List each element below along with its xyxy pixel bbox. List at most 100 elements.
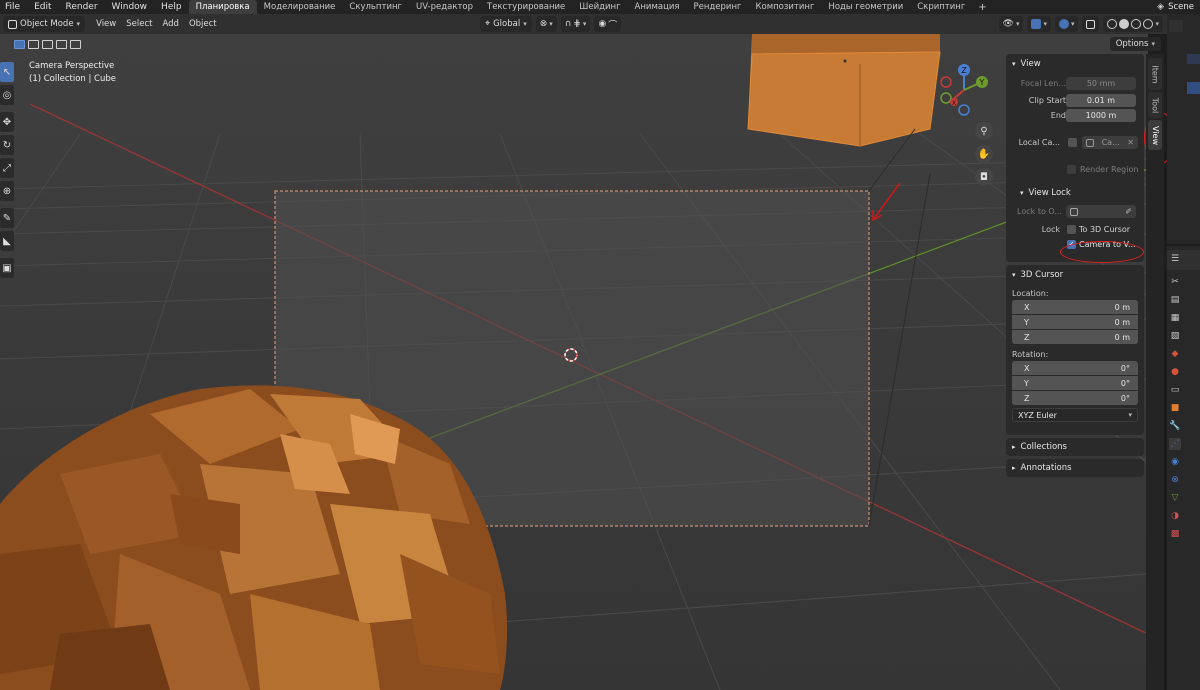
options-dropdown[interactable]: Options ▾ [1109,37,1161,51]
output-properties-icon[interactable]: ▦ [1169,312,1181,324]
modifier-properties-icon[interactable]: 🔧 [1169,420,1181,432]
world-properties-icon[interactable]: ● [1169,366,1181,378]
editor-type-icon[interactable]: ☰ [1171,254,1179,264]
workspace-tab-scripting[interactable]: Скриптинг [910,0,972,14]
workspace-tab-layout[interactable]: Планировка [188,0,257,14]
scale-tool[interactable]: ⤢ [0,158,14,178]
gizmo-toggle[interactable]: ▾ [1027,16,1051,32]
data-properties-icon[interactable]: ▽ [1169,492,1181,504]
cursor-rotation-y-field[interactable]: Y 0° [1012,376,1138,390]
local-camera-field[interactable]: Ca... ✕ [1082,136,1138,149]
clip-start-field[interactable]: 0.01 m [1066,94,1136,107]
menu-help[interactable]: Help [154,0,189,14]
view-panel-header[interactable]: ▾ View [1006,54,1144,74]
annotations-panel[interactable]: ▸ Annotations [1006,459,1144,477]
view-lock-header[interactable]: ▾ View Lock [1006,183,1144,203]
transform-orientation-dropdown[interactable]: ⌖ Global ▾ [480,16,532,32]
tab-view[interactable]: View [1148,120,1162,150]
shading-mode-buttons[interactable]: ▾ [1103,16,1163,32]
menu-render[interactable]: Render [59,0,105,14]
solid-shading-icon[interactable] [1119,19,1130,29]
xray-toggle[interactable] [1082,16,1100,32]
menu-add[interactable]: Add [157,19,183,29]
annotate-tool[interactable]: ✎ [0,208,14,228]
physics-properties-icon[interactable]: ◉ [1169,456,1181,468]
outliner-filter-icon[interactable] [1169,20,1183,32]
workspace-tab-animation[interactable]: Анимация [628,0,687,14]
clear-x-icon[interactable]: ✕ [1127,138,1134,147]
wireframe-shading-icon[interactable] [1107,19,1118,29]
select-invert-icon[interactable] [56,39,67,49]
workspace-tab-uv-editing[interactable]: UV-редактор [409,0,480,14]
workspace-tab-rendering[interactable]: Рендеринг [687,0,749,14]
menu-file[interactable]: File [0,0,27,14]
pivot-point-dropdown[interactable]: ⊗ ▾ [535,16,557,32]
collection-properties-icon[interactable]: ▭ [1169,384,1181,396]
particles-properties-icon[interactable]: ⋰ [1169,438,1181,450]
workspace-tab-geometry-nodes[interactable]: Ноды геометрии [821,0,910,14]
outliner[interactable] [1167,14,1200,246]
select-subtract-icon[interactable] [42,39,53,49]
select-intersect-icon[interactable] [70,39,81,49]
collections-panel[interactable]: ▸ Collections [1006,438,1144,456]
select-box-tool[interactable]: ↖ [0,62,14,82]
workspace-tab-shading[interactable]: Шейдинг [572,0,627,14]
texture-properties-icon[interactable]: ▩ [1169,528,1181,540]
cursor-rotation-x-field[interactable]: X 0° [1012,361,1138,375]
menu-object[interactable]: Object [184,19,222,29]
add-cube-tool[interactable]: ▣ [0,258,14,278]
cursor-tool[interactable]: ◎ [0,85,14,105]
rendered-shading-icon[interactable] [1143,19,1154,29]
tool-settings-icon[interactable]: ✂ [1169,276,1181,288]
outliner-selected-row[interactable] [1187,82,1200,94]
menu-window[interactable]: Window [105,0,155,14]
cursor-location-z-field[interactable]: Z 0 m [1012,330,1138,344]
workspace-tab-modeling[interactable]: Моделирование [257,0,343,14]
local-camera-checkbox[interactable] [1068,138,1077,147]
cursor-rotation-z-field[interactable]: Z 0° [1012,391,1138,405]
workspace-tab-sculpting[interactable]: Скульптинг [342,0,409,14]
material-properties-icon[interactable]: ◑ [1169,510,1181,522]
object-properties-icon[interactable]: ■ [1169,402,1181,414]
rotation-mode-dropdown[interactable]: XYZ Euler ▾ [1012,408,1138,422]
constraints-properties-icon[interactable]: ⊗ [1169,474,1181,486]
menu-select[interactable]: Select [121,19,157,29]
overlays-toggle[interactable]: ▾ [1054,16,1079,32]
select-extend-icon[interactable] [28,39,39,49]
pan-button[interactable]: ✋ [975,145,993,163]
snapping-controls[interactable]: ∩ ⋕ ▾ [560,16,591,32]
rotate-tool[interactable]: ↻ [0,135,14,155]
cursor-location-y-field[interactable]: Y 0 m [1012,315,1138,329]
collections-header[interactable]: ▸ Collections [1006,438,1144,456]
visibility-dropdown[interactable]: 👁 ▾ [998,16,1024,32]
3d-cursor-header[interactable]: ▾ 3D Cursor [1006,265,1144,285]
proportional-editing-controls[interactable]: ◉ ⌒ [594,16,622,32]
annotations-header[interactable]: ▸ Annotations [1006,459,1144,477]
select-new-icon[interactable] [14,39,25,49]
render-region-checkbox[interactable] [1067,165,1076,174]
menu-view[interactable]: View [91,19,121,29]
scene-properties-icon[interactable]: ◆ [1169,348,1181,360]
focal-length-field[interactable]: 50 mm [1066,77,1136,90]
menu-edit[interactable]: Edit [27,0,58,14]
to-3d-cursor-checkbox[interactable] [1067,225,1076,234]
cursor-location-x-field[interactable]: X 0 m [1012,300,1138,314]
lock-to-object-field[interactable]: ✐ [1066,205,1136,218]
transform-tool[interactable]: ⊕ [0,181,14,201]
move-tool[interactable]: ✥ [0,112,14,132]
view-layer-icon[interactable]: ▧ [1169,330,1181,342]
eyedropper-icon[interactable]: ✐ [1125,207,1132,216]
tab-tool[interactable]: Tool [1148,92,1162,118]
navigation-gizmo[interactable]: Z Y X [936,62,992,118]
zoom-button[interactable]: ⚲ [975,122,993,140]
tab-item[interactable]: Item [1148,58,1162,90]
workspace-tab-texture-paint[interactable]: Текстурирование [480,0,572,14]
clip-end-field[interactable]: 1000 m [1066,109,1136,122]
camera-view-button[interactable]: ◘ [975,168,993,186]
measure-tool[interactable]: ◣ [0,231,14,251]
outliner-row[interactable] [1187,54,1200,64]
object-mode-dropdown[interactable]: Object Mode ▾ [3,16,86,32]
workspace-tab-compositing[interactable]: Композитинг [748,0,821,14]
add-workspace-button[interactable]: + [972,2,992,13]
material-shading-icon[interactable] [1131,19,1142,29]
